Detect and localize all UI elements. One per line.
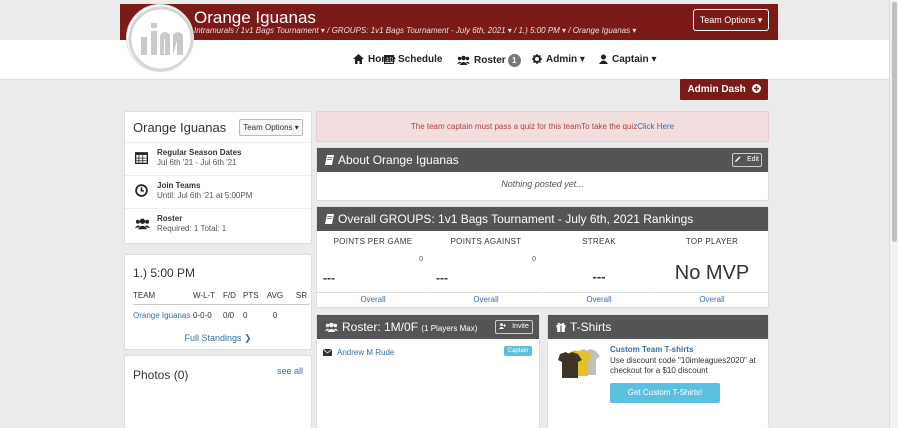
book-icon bbox=[325, 214, 334, 224]
points-against-stat: POINTS AGAINST 0 --- Overall bbox=[430, 237, 542, 304]
nav-admin[interactable]: Admin ▾ bbox=[532, 54, 585, 65]
tshirts-image bbox=[558, 349, 600, 378]
quiz-link[interactable]: Click Here bbox=[637, 122, 674, 131]
overall-link[interactable]: Overall bbox=[656, 292, 768, 304]
standings-title: 1.) 5:00 PM bbox=[133, 266, 196, 280]
overall-link[interactable]: Overall bbox=[430, 292, 542, 304]
standings-card: 1.) 5:00 PM TEAM W-L-T F/D PTS AVG SR Or… bbox=[124, 254, 312, 350]
roster-count-badge: 1 bbox=[507, 54, 521, 67]
breadcrumb[interactable]: Intramurals / 1v1 Bags Tournament ▾ / GR… bbox=[194, 26, 636, 35]
rankings-panel: Overall GROUPS: 1v1 Bags Tournament - Ju… bbox=[316, 206, 769, 308]
see-all-link[interactable]: see all bbox=[277, 366, 303, 376]
team-header-bar: Orange Iguanas Intramurals / 1v1 Bags To… bbox=[120, 4, 778, 40]
top-player-stat: TOP PLAYER No MVP Overall bbox=[656, 237, 768, 304]
full-standings-link[interactable]: Full Standings ❯ bbox=[125, 333, 311, 344]
envelope-icon[interactable] bbox=[323, 349, 332, 356]
invite-button[interactable]: Invite bbox=[495, 320, 533, 334]
page-title: Orange Iguanas bbox=[194, 8, 316, 27]
users-icon bbox=[457, 55, 470, 65]
get-tshirts-button[interactable]: Get Custom T-Shirts! bbox=[610, 383, 720, 403]
tshirt-promo-title[interactable]: Custom Team T-shirts bbox=[610, 345, 693, 354]
photos-card: Photos (0) see all bbox=[124, 355, 312, 428]
quiz-alert: The team captain must pass a quiz for th… bbox=[316, 111, 769, 142]
roster-summary-row: Roster Required: 1 Total: 1 bbox=[125, 208, 311, 244]
scrollbar-thumb[interactable] bbox=[892, 2, 897, 242]
gear-icon bbox=[532, 54, 542, 64]
admin-dash-button[interactable]: Admin Dash bbox=[680, 79, 768, 100]
league-logo bbox=[126, 4, 194, 72]
nav-schedule[interactable]: Schedule bbox=[384, 54, 442, 65]
join-teams-row: Join Teams Until: Jul 6th '21 at 5:00PM bbox=[125, 175, 311, 208]
about-empty-text: Nothing posted yet... bbox=[501, 179, 584, 189]
tshirt-promo: Custom Team T-shirts Use discount code "… bbox=[548, 339, 768, 428]
gift-icon bbox=[556, 322, 566, 332]
overall-link[interactable]: Overall bbox=[543, 292, 655, 304]
calendar-icon bbox=[384, 55, 394, 64]
about-header: About Orange Iguanas Edit bbox=[317, 148, 768, 172]
photos-title: Photos (0) bbox=[133, 368, 189, 382]
player-link[interactable]: Andrew M Rude bbox=[337, 348, 394, 357]
tshirts-panel: T-Shirts Custom Team T-shirts Use discou… bbox=[547, 314, 769, 428]
home-icon bbox=[353, 54, 364, 64]
points-per-game-stat: POINTS PER GAME 0 --- Overall bbox=[317, 237, 429, 304]
standings-table: TEAM W-L-T F/D PTS AVG SR Orange Iguanas… bbox=[133, 291, 309, 320]
tshirts-header: T-Shirts bbox=[548, 315, 768, 339]
team-link[interactable]: Orange Iguanas bbox=[133, 311, 193, 320]
calendar-icon bbox=[135, 152, 148, 164]
roster-header: Roster: 1M/0F (1 Players Max) Invite bbox=[317, 315, 539, 339]
tshirt-promo-text: Use discount code "10imleagues2020" at c… bbox=[610, 356, 756, 375]
pencil-icon bbox=[734, 156, 741, 162]
season-dates-row: Regular Season Dates Jul 6th '21 - Jul 6… bbox=[125, 142, 311, 175]
users-icon bbox=[325, 322, 338, 332]
nav-roster[interactable]: Roster 1 bbox=[457, 54, 521, 67]
users-icon bbox=[135, 218, 150, 230]
team-card-title: Orange Iguanas bbox=[133, 120, 227, 135]
captain-badge: Captain bbox=[504, 346, 532, 356]
team-options-button[interactable]: Team Options ▾ bbox=[693, 9, 769, 31]
roster-panel: Roster: 1M/0F (1 Players Max) Invite And… bbox=[316, 314, 540, 428]
page-scrollbar[interactable] bbox=[889, 0, 898, 428]
team-options-button[interactable]: Team Options ▾ bbox=[239, 119, 303, 136]
rankings-header: Overall GROUPS: 1v1 Bags Tournament - Ju… bbox=[317, 207, 768, 231]
book-icon bbox=[325, 155, 334, 165]
clock-icon bbox=[135, 184, 148, 197]
streak-stat: STREAK --- Overall bbox=[543, 237, 655, 304]
team-info-card: Orange Iguanas Team Options ▾ Regular Se… bbox=[124, 111, 312, 244]
user-icon bbox=[599, 54, 608, 64]
nav-captain[interactable]: Captain ▾ bbox=[599, 54, 656, 65]
about-panel: About Orange Iguanas Edit Nothing posted… bbox=[316, 147, 769, 201]
overall-link[interactable]: Overall bbox=[317, 292, 429, 304]
table-header: TEAM W-L-T F/D PTS AVG SR bbox=[133, 291, 309, 305]
add-user-icon bbox=[499, 323, 507, 329]
edit-about-button[interactable]: Edit bbox=[732, 153, 762, 167]
table-row: Orange Iguanas 0-0-0 0/0 0 0 bbox=[133, 311, 278, 320]
plus-circle-icon bbox=[751, 84, 761, 93]
